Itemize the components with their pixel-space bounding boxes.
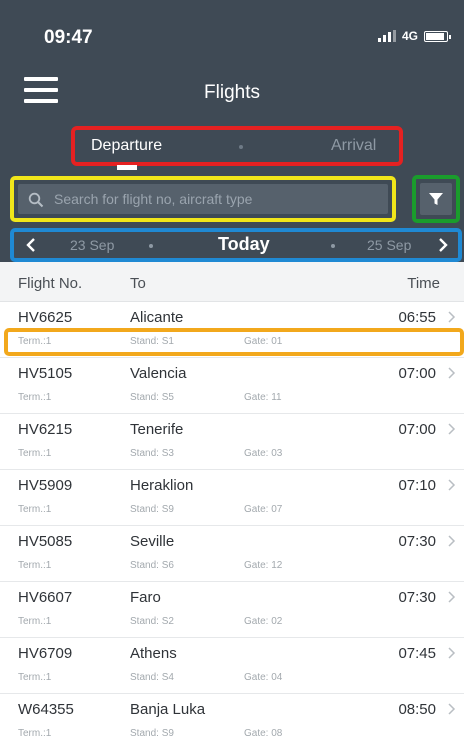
separator-dot: [149, 244, 153, 248]
page-title: Flights: [204, 82, 260, 103]
stand-info: Stand: S5: [130, 392, 174, 403]
stand-info: Stand: S3: [130, 448, 174, 459]
flight-time: 07:30: [398, 533, 436, 550]
flight-destination: Banja Luka: [130, 701, 206, 718]
filter-highlight: [412, 175, 460, 223]
terminal-info: Term.:1: [18, 728, 52, 739]
table-row[interactable]: HV6625 Alicante 06:55 Term.:1 Stand: S1 …: [0, 302, 464, 358]
flight-destination: Valencia: [130, 365, 187, 382]
flight-time: 07:00: [398, 365, 436, 382]
table-header: Flight No. To Time: [0, 262, 464, 302]
battery-icon: [424, 30, 451, 42]
gate-info: Gate: 01: [244, 336, 283, 347]
chevron-right-icon: [448, 367, 456, 379]
stand-info: Stand: S6: [130, 560, 174, 571]
chevron-right-icon: [448, 703, 456, 715]
status-indicators: 4G: [377, 29, 451, 43]
flight-destination: Heraklion: [130, 477, 194, 494]
flight-number: HV6215: [18, 421, 73, 438]
chevron-left-icon[interactable]: [24, 236, 38, 254]
chevron-right-icon: [448, 647, 456, 659]
table-row[interactable]: HV6607 Faro 07:30 Term.:1 Stand: S2 Gate…: [0, 582, 464, 638]
flight-time: 07:45: [398, 645, 436, 662]
chevron-right-icon[interactable]: [436, 236, 450, 254]
gate-info: Gate: 03: [244, 448, 283, 459]
tab-departure[interactable]: Departure: [91, 137, 162, 155]
flight-destination: Faro: [130, 589, 161, 606]
flight-destination: Athens: [130, 645, 177, 662]
table-row[interactable]: HV5085 Seville 07:30 Term.:1 Stand: S6 G…: [0, 526, 464, 582]
gate-info: Gate: 11: [244, 392, 282, 403]
flight-time: 07:30: [398, 589, 436, 606]
departure-arrival-toggle: Departure Arrival: [71, 126, 403, 170]
terminal-info: Term.:1: [18, 672, 52, 683]
flight-time: 08:50: [398, 701, 436, 718]
signal-icon: [377, 30, 396, 42]
stand-info: Stand: S2: [130, 616, 174, 627]
gate-info: Gate: 07: [244, 504, 283, 515]
tab-arrival[interactable]: Arrival: [331, 137, 376, 155]
table-row[interactable]: HV5909 Heraklion 07:10 Term.:1 Stand: S9…: [0, 470, 464, 526]
terminal-info: Term.:1: [18, 448, 52, 459]
gate-info: Gate: 04: [244, 672, 283, 683]
chevron-right-icon: [448, 535, 456, 547]
segment-bar: Departure Arrival: [0, 118, 464, 170]
date-bar: 23 Sep Today 25 Sep: [0, 228, 464, 262]
flight-list: HV6625 Alicante 06:55 Term.:1 Stand: S1 …: [0, 302, 464, 742]
flight-number: W64355: [18, 701, 74, 718]
flight-number: HV6607: [18, 589, 73, 606]
flight-number: HV5085: [18, 533, 73, 550]
separator-dot: [239, 145, 243, 149]
app-bar: Flights: [0, 66, 464, 118]
gate-info: Gate: 08: [244, 728, 283, 739]
date-navigator: 23 Sep Today 25 Sep: [10, 228, 462, 262]
terminal-info: Term.:1: [18, 336, 52, 347]
flight-number: HV5909: [18, 477, 73, 494]
gate-info: Gate: 12: [244, 560, 283, 571]
search-input[interactable]: [54, 184, 374, 214]
terminal-info: Term.:1: [18, 616, 52, 627]
network-type: 4G: [401, 29, 418, 43]
date-next[interactable]: 25 Sep: [367, 237, 411, 253]
chevron-right-icon: [448, 423, 456, 435]
stand-info: Stand: S9: [130, 728, 174, 739]
column-to: To: [130, 275, 146, 292]
column-flight-no: Flight No.: [18, 275, 83, 292]
flight-time: 06:55: [398, 309, 436, 326]
chevron-right-icon: [448, 311, 456, 323]
terminal-info: Term.:1: [18, 392, 52, 403]
terminal-info: Term.:1: [18, 504, 52, 515]
stand-info: Stand: S9: [130, 504, 174, 515]
status-bar: 09:47 4G: [0, 0, 464, 66]
stand-info: Stand: S1: [130, 336, 174, 347]
date-prev[interactable]: 23 Sep: [70, 237, 114, 253]
column-time: Time: [407, 275, 440, 292]
flight-number: HV6709: [18, 645, 73, 662]
flight-time: 07:10: [398, 477, 436, 494]
stand-info: Stand: S4: [130, 672, 174, 683]
table-row[interactable]: HV6215 Tenerife 07:00 Term.:1 Stand: S3 …: [0, 414, 464, 470]
table-row[interactable]: HV6709 Athens 07:45 Term.:1 Stand: S4 Ga…: [0, 638, 464, 694]
search-highlight: [10, 176, 396, 222]
flight-destination: Alicante: [130, 309, 184, 326]
flight-time: 07:00: [398, 421, 436, 438]
table-row[interactable]: W64355 Banja Luka 08:50 Term.:1 Stand: S…: [0, 694, 464, 742]
table-row[interactable]: HV5105 Valencia 07:00 Term.:1 Stand: S5 …: [0, 358, 464, 414]
chevron-right-icon: [448, 591, 456, 603]
gate-info: Gate: 02: [244, 616, 283, 627]
filter-button[interactable]: [420, 183, 452, 215]
search-field[interactable]: [18, 184, 388, 214]
separator-dot: [331, 244, 335, 248]
flight-number: HV6625: [18, 309, 73, 326]
flight-number: HV5105: [18, 365, 73, 382]
search-bar: [0, 170, 464, 228]
chevron-right-icon: [448, 479, 456, 491]
date-current[interactable]: Today: [218, 234, 270, 255]
flight-destination: Seville: [130, 533, 175, 550]
filter-funnel-icon: [429, 193, 443, 205]
flight-destination: Tenerife: [130, 421, 184, 438]
search-icon: [28, 192, 44, 208]
status-time: 09:47: [44, 27, 93, 48]
terminal-info: Term.:1: [18, 560, 52, 571]
